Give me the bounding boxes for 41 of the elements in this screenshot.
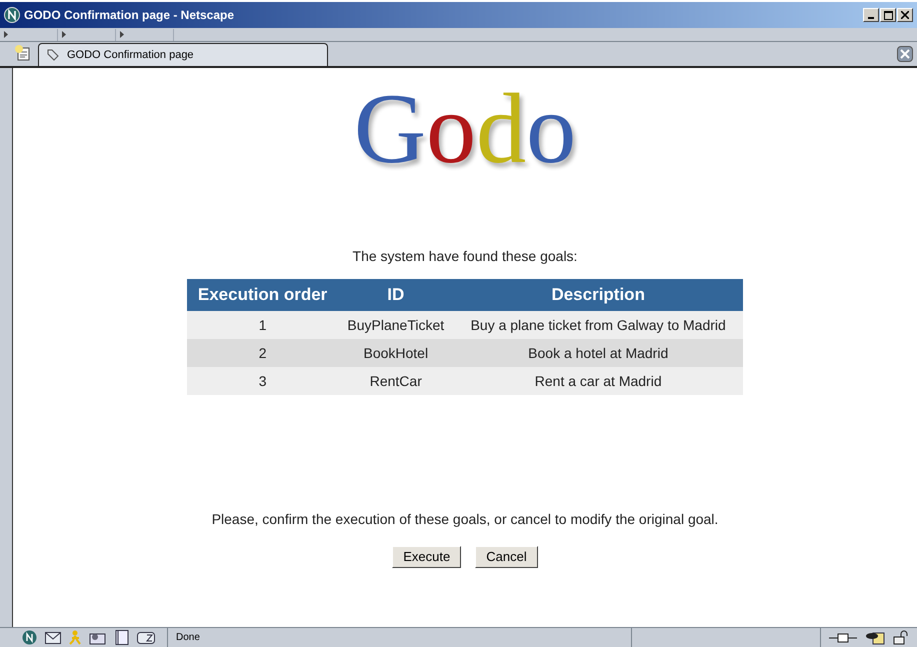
close-tab-button[interactable] xyxy=(897,46,913,62)
mail-icon[interactable] xyxy=(45,632,61,644)
column-header: ID xyxy=(338,279,454,311)
notebook-icon[interactable] xyxy=(115,630,129,645)
close-button[interactable] xyxy=(897,8,913,22)
expand-arrow-icon[interactable] xyxy=(62,31,66,38)
table-cell: BookHotel xyxy=(338,339,454,367)
table-cell: 3 xyxy=(187,367,338,395)
logo: Godo xyxy=(354,74,576,184)
window-title: GODO Confirmation page - Netscape xyxy=(24,7,234,24)
status-text: Done xyxy=(176,631,200,645)
tag-icon xyxy=(47,49,59,61)
eye-card-icon[interactable] xyxy=(865,630,885,644)
form-button[interactable]: Execute xyxy=(392,546,462,568)
maximize-icon xyxy=(884,10,892,20)
column-header: Execution order xyxy=(187,279,338,311)
maximize-button[interactable] xyxy=(880,8,896,22)
intro-text: The system have found these goals: xyxy=(352,247,578,266)
connection-plug-icon xyxy=(829,632,857,642)
table-cell: Buy a plane ticket from Galway to Madrid xyxy=(453,311,743,339)
globe-icon[interactable] xyxy=(22,630,37,645)
column-header: Description xyxy=(453,279,743,311)
table-cell: RentCar xyxy=(338,367,454,395)
table-cell: BuyPlaneTicket xyxy=(338,311,454,339)
confirmation-text: Please, confirm the execution of these goals, or cancel to modify the original goal. xyxy=(212,510,718,529)
unlocked-padlock-icon xyxy=(893,630,909,645)
table-cell: 2 xyxy=(187,339,338,367)
form-button[interactable]: Cancel xyxy=(475,546,538,568)
app-logo-icon xyxy=(4,7,20,23)
minimize-button[interactable] xyxy=(863,8,879,22)
expand-arrow-icon[interactable] xyxy=(4,31,8,38)
composer-icon[interactable] xyxy=(137,632,155,644)
close-icon xyxy=(901,11,909,19)
expand-arrow-icon[interactable] xyxy=(120,31,124,38)
table-cell: 1 xyxy=(187,311,338,339)
address-card-icon[interactable] xyxy=(89,630,107,644)
new-tab-icon[interactable] xyxy=(14,44,32,62)
browser-tab[interactable]: GODO Confirmation page xyxy=(38,43,328,66)
table-cell: Book a hotel at Madrid xyxy=(453,339,743,367)
table-cell: Rent a car at Madrid xyxy=(453,367,743,395)
close-icon xyxy=(900,49,910,59)
